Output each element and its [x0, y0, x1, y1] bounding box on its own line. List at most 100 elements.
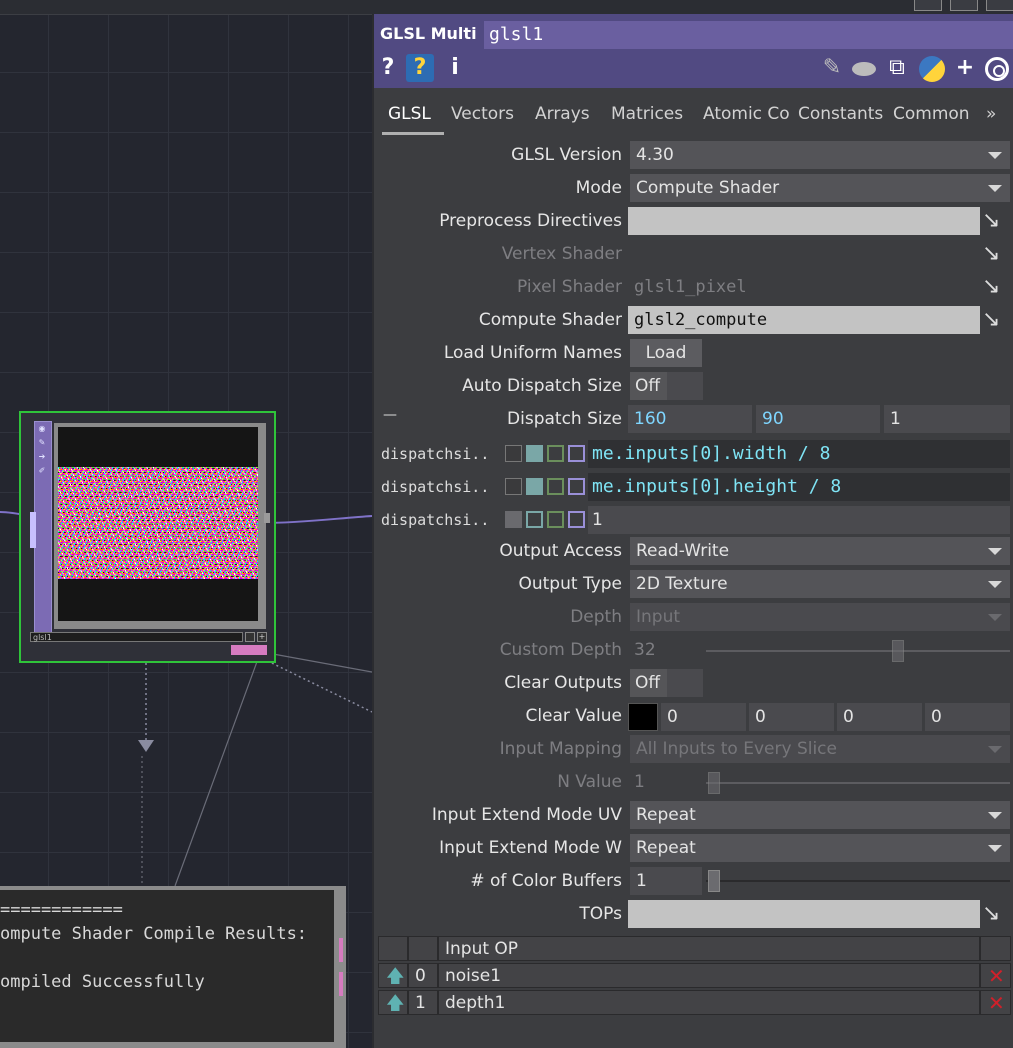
lock-flag-icon[interactable]: ✐ [37, 466, 47, 476]
clone-icon[interactable]: ⧉ [884, 54, 910, 82]
mode-bind-icon[interactable] [568, 478, 585, 495]
mode-constant-icon[interactable] [505, 511, 522, 528]
node-viewer[interactable] [58, 427, 258, 621]
load-button[interactable]: Load [630, 339, 702, 367]
tab-atomic-counters[interactable]: Atomic Co [703, 98, 791, 132]
clear-value-g[interactable]: 0 [749, 703, 834, 731]
tab-common[interactable]: Common [893, 98, 977, 132]
dispatch-size-x[interactable]: 160 [628, 405, 752, 433]
output-type-dropdown[interactable]: 2D Texture [630, 570, 1010, 598]
output-access-dropdown[interactable]: Read-Write [630, 537, 1010, 565]
compile-results-textport: ============ ompute Shader Compile Resul… [0, 886, 346, 1048]
mode-dropdown[interactable]: Compute Shader [630, 174, 1010, 202]
node-name-label[interactable]: glsl1 [30, 632, 243, 642]
mode-constant-icon[interactable] [505, 445, 522, 462]
viewer-icon[interactable] [985, 57, 1009, 81]
auto-dispatch-toggle[interactable]: Off [630, 372, 668, 400]
window-menu-button[interactable] [986, 0, 1013, 11]
table-header-cell [980, 936, 1011, 961]
mode-expression-icon[interactable] [526, 511, 543, 528]
tops-label: TOPs [579, 904, 622, 924]
custom-depth-value: 32 [634, 640, 656, 660]
compute-shader-field[interactable]: glsl2_compute [628, 306, 980, 334]
node-cook-flags[interactable] [231, 645, 267, 655]
extend-w-label: Input Extend Mode W [439, 838, 622, 858]
tab-matrices[interactable]: Matrices [611, 98, 691, 132]
clear-value-r[interactable]: 0 [661, 703, 746, 731]
delete-icon[interactable]: ✕ [980, 963, 1011, 988]
restore-button[interactable] [950, 0, 978, 11]
dat-link-arrow-icon[interactable]: ↘ [982, 241, 1010, 267]
tab-arrays[interactable]: Arrays [535, 98, 597, 132]
tab-constants[interactable]: Constants [798, 98, 886, 132]
dat-link-arrow-icon[interactable]: ↘ [982, 307, 1010, 333]
dispatch-z-value[interactable]: 1 [588, 506, 1010, 534]
minimize-button[interactable] [914, 0, 942, 11]
auto-dispatch-toggle-knob[interactable] [667, 372, 703, 400]
output-connector[interactable] [264, 513, 270, 523]
dispatch-y-expression[interactable]: me.inputs[0].height / 8 [588, 473, 1010, 501]
op-name-field[interactable]: glsl1 [484, 21, 1013, 49]
mode-bind-icon[interactable] [568, 445, 585, 462]
tops-field[interactable] [628, 900, 980, 928]
chevron-down-icon [988, 746, 1002, 753]
input-op-value[interactable]: noise1 [438, 963, 980, 988]
move-up-icon[interactable]: 🡅 [378, 963, 408, 988]
network-editor[interactable]: ◉ ✎ ➔ ✐ glsl1 + ============ ompute Shad… [0, 0, 372, 1048]
mode-export-icon[interactable] [547, 478, 564, 495]
add-icon[interactable]: + [954, 54, 976, 82]
arrow-flag-icon[interactable]: ➔ [37, 452, 47, 462]
dispatch-x-expression[interactable]: me.inputs[0].width / 8 [588, 440, 1010, 468]
custom-depth-slider-knob [892, 640, 904, 662]
edit-icon[interactable]: ✎ [820, 54, 844, 82]
mode-export-icon[interactable] [547, 511, 564, 528]
node-add-icon[interactable]: + [257, 632, 267, 642]
input-connector[interactable] [30, 512, 36, 548]
dat-link-arrow-icon[interactable]: ↘ [982, 208, 1010, 234]
dispatch-size-z[interactable]: 1 [884, 405, 1010, 433]
edit-flag-icon[interactable]: ✎ [37, 438, 47, 448]
color-buffers-slider-knob[interactable] [708, 870, 720, 892]
dispatch-size-y[interactable]: 90 [756, 405, 880, 433]
glsl-version-dropdown[interactable]: 4.30 [630, 141, 1010, 169]
tabs-overflow-icon[interactable]: » [986, 98, 1010, 132]
chevron-down-icon [988, 185, 1002, 192]
extend-w-dropdown[interactable]: Repeat [630, 834, 1010, 862]
clear-color-swatch[interactable] [628, 703, 658, 731]
help-icon[interactable]: ? [378, 54, 398, 82]
tab-vectors[interactable]: Vectors [451, 98, 521, 132]
color-buffers-label: # of Color Buffers [470, 871, 622, 891]
collapse-icon[interactable]: — [383, 407, 397, 423]
clear-value-b[interactable]: 0 [837, 703, 922, 731]
clear-outputs-toggle[interactable]: Off [630, 669, 668, 697]
python-help-icon[interactable]: ? [406, 54, 434, 82]
preprocess-field[interactable] [628, 207, 980, 235]
glsl-node[interactable]: ◉ ✎ ➔ ✐ glsl1 + [19, 411, 276, 663]
mode-export-icon[interactable] [547, 445, 564, 462]
clear-outputs-toggle-knob[interactable] [667, 669, 703, 697]
extend-uv-dropdown[interactable]: Repeat [630, 801, 1010, 829]
input-op-header: Input OP [438, 936, 980, 961]
delete-icon[interactable]: ✕ [980, 990, 1011, 1015]
mode-constant-icon[interactable] [505, 478, 522, 495]
tab-glsl[interactable]: GLSL [382, 98, 444, 135]
python-icon[interactable] [919, 56, 945, 82]
extend-uv-value: Repeat [636, 805, 696, 825]
comment-icon[interactable] [852, 62, 876, 76]
move-up-icon[interactable]: 🡅 [378, 990, 408, 1015]
viewer-flag-icon[interactable]: ◉ [37, 424, 47, 434]
textport-marker [339, 972, 343, 996]
input-op-value[interactable]: depth1 [438, 990, 980, 1015]
mode-expression-icon[interactable] [526, 445, 543, 462]
mode-expression-icon[interactable] [526, 478, 543, 495]
parameter-tabs: GLSL Vectors Arrays Matrices Atomic Co C… [374, 98, 1013, 135]
clear-value-a[interactable]: 0 [925, 703, 1010, 731]
dat-link-arrow-icon[interactable]: ↘ [982, 274, 1010, 300]
color-buffers-slider-track[interactable] [706, 880, 1010, 882]
n-value-value: 1 [634, 772, 645, 792]
node-bypass-toggle[interactable] [245, 632, 255, 642]
mode-bind-icon[interactable] [568, 511, 585, 528]
info-icon[interactable]: i [446, 54, 464, 82]
color-buffers-field[interactable]: 1 [630, 867, 702, 895]
dat-link-arrow-icon[interactable]: ↘ [982, 901, 1010, 927]
